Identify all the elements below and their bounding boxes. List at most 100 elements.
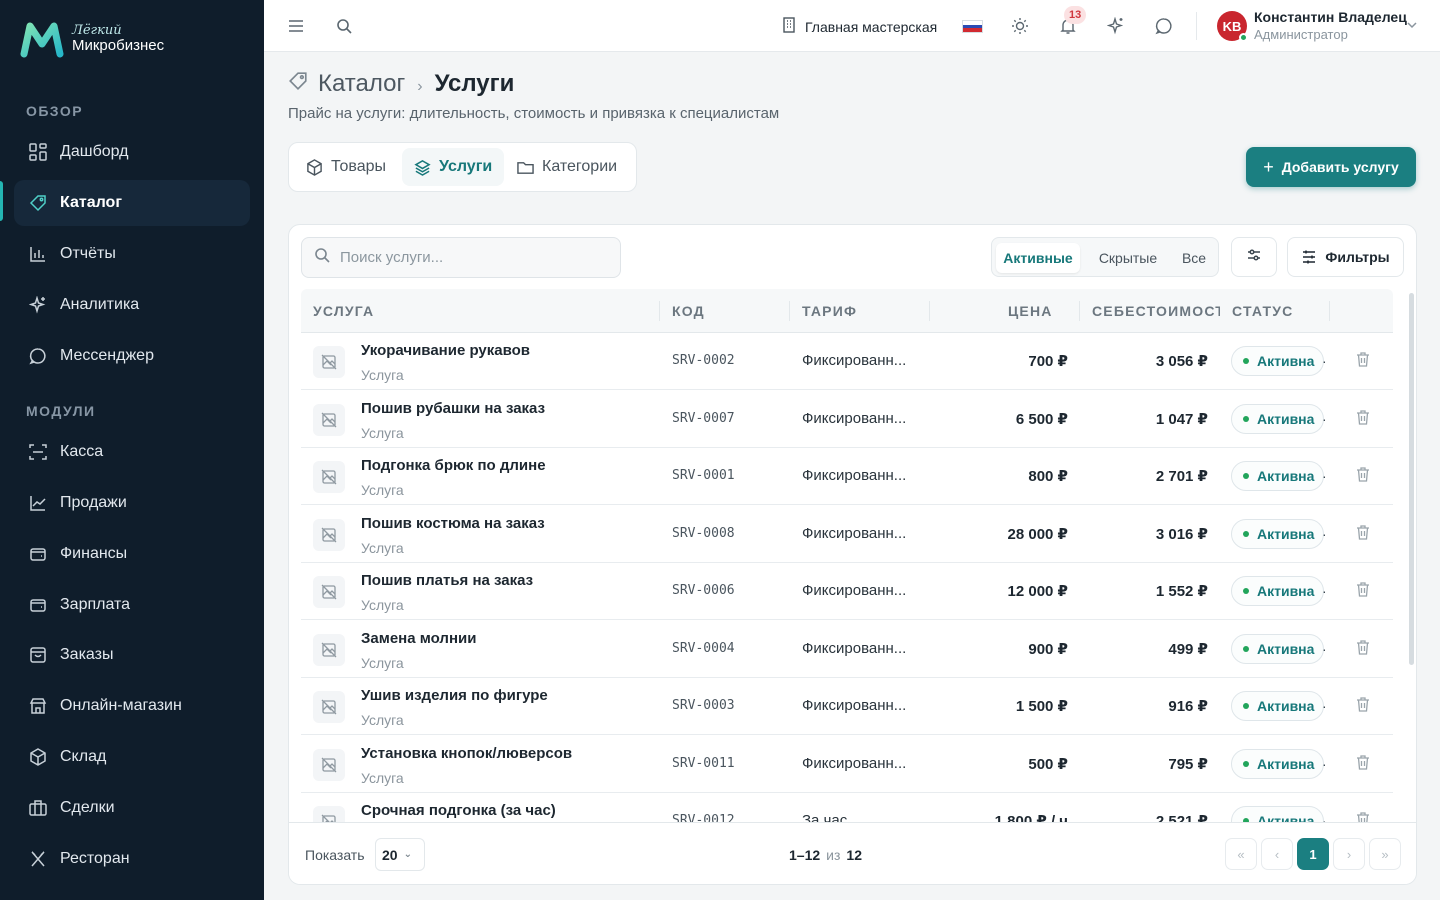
menu-icon[interactable] bbox=[286, 16, 306, 36]
row-more-icon[interactable]: · bbox=[1322, 698, 1327, 714]
status-badge[interactable]: Активна bbox=[1231, 806, 1324, 822]
segment-active[interactable]: Активные bbox=[996, 243, 1080, 273]
sidebar-item-deals[interactable]: Сделки bbox=[14, 785, 250, 831]
trash-icon[interactable] bbox=[1355, 351, 1371, 372]
row-more-icon[interactable]: · bbox=[1322, 411, 1327, 427]
column-price[interactable]: ЦЕНА bbox=[1008, 303, 1053, 319]
chevron-down-icon[interactable] bbox=[1406, 18, 1418, 36]
language-flag-icon[interactable] bbox=[962, 20, 983, 33]
breadcrumb-catalog[interactable]: Каталог bbox=[318, 70, 405, 98]
tab-services[interactable]: Услуги bbox=[402, 148, 505, 186]
table-row[interactable]: Ушив изделия по фигуре Услуга SRV-0003 Фикс… bbox=[301, 678, 1393, 735]
column-tariff[interactable]: ТАРИФ bbox=[802, 303, 857, 319]
table-row[interactable]: Замена молнии Услуга SRV-0004 Фиксированн..… bbox=[301, 621, 1393, 678]
chevron-down-icon: ⌄ bbox=[403, 849, 412, 860]
sidebar-item-cashier[interactable]: Касса bbox=[14, 429, 250, 475]
table-row[interactable]: Подгонка брюк по длине Услуга SRV-0001 Фикс… bbox=[301, 448, 1393, 505]
search-input[interactable] bbox=[340, 249, 610, 266]
column-cost[interactable]: СЕБЕСТОИМОСТ bbox=[1092, 303, 1220, 319]
page-button-1[interactable]: 1 bbox=[1297, 838, 1329, 870]
sidebar-item-catalog[interactable]: Каталог bbox=[14, 180, 250, 226]
theme-toggle-icon[interactable] bbox=[1010, 16, 1030, 36]
chat-icon[interactable] bbox=[1154, 16, 1174, 36]
service-name[interactable]: Ушив изделия по фигуре bbox=[361, 687, 548, 704]
first-page-button[interactable]: « bbox=[1225, 838, 1257, 870]
status-badge[interactable]: Активна bbox=[1231, 346, 1324, 376]
sidebar-item-warehouse[interactable]: Склад bbox=[14, 734, 250, 780]
trash-icon[interactable] bbox=[1355, 466, 1371, 487]
table-row[interactable]: Укорачивание рукавов Услуга SRV-0002 Фиксир… bbox=[301, 333, 1393, 390]
status-badge[interactable]: Активна bbox=[1231, 461, 1324, 491]
next-page-button[interactable]: › bbox=[1333, 838, 1365, 870]
search-field[interactable] bbox=[301, 237, 621, 278]
column-status[interactable]: СТАТУС bbox=[1232, 303, 1293, 319]
status-badge[interactable]: Активна bbox=[1231, 518, 1324, 549]
sidebar-item-salary[interactable]: Зарплата bbox=[14, 582, 250, 628]
ai-sparkle-icon[interactable] bbox=[1106, 16, 1126, 36]
status-badge[interactable]: Активна bbox=[1231, 691, 1324, 721]
service-name[interactable]: Пошив платья на заказ bbox=[361, 572, 533, 589]
table-row[interactable]: Пошив платья на заказ Услуга SRV-0006 Фикси… bbox=[301, 563, 1393, 620]
trash-icon[interactable] bbox=[1355, 409, 1371, 430]
sidebar-item-label: Онлайн-магазин bbox=[60, 697, 182, 714]
segment-all[interactable]: Все bbox=[1174, 243, 1214, 273]
status-badge[interactable]: Активна bbox=[1231, 748, 1324, 779]
table-row[interactable]: Установка кнопок/люверсов Услуга SRV-0011 Ф… bbox=[301, 736, 1393, 793]
table-row[interactable]: Пошив костюма на заказ Услуга SRV-0008 Фикс… bbox=[301, 506, 1393, 563]
trash-icon[interactable] bbox=[1355, 754, 1371, 775]
no-image-icon bbox=[313, 518, 345, 551]
user-name[interactable]: Константин Владелец bbox=[1254, 9, 1407, 25]
service-price: 500 ₽ bbox=[1028, 755, 1068, 773]
page-size-select[interactable]: 20 ⌄ bbox=[375, 838, 425, 871]
sidebar-item-finance[interactable]: Финансы bbox=[14, 531, 250, 577]
trash-icon[interactable] bbox=[1355, 639, 1371, 660]
row-more-icon[interactable]: · bbox=[1322, 468, 1327, 484]
column-code[interactable]: КОД bbox=[672, 303, 705, 319]
workshop-selector[interactable]: Главная мастерская bbox=[781, 17, 937, 36]
service-name[interactable]: Установка кнопок/люверсов bbox=[361, 745, 572, 762]
tab-products[interactable]: Товары bbox=[294, 148, 398, 186]
status-badge[interactable]: Активна bbox=[1231, 633, 1324, 664]
service-name[interactable]: Подгонка брюк по длине bbox=[361, 457, 546, 474]
service-name[interactable]: Пошив костюма на заказ bbox=[361, 515, 545, 532]
table-row[interactable]: Срочная подгонка (за час)УслугаSRV-0012З… bbox=[301, 793, 1393, 822]
service-name[interactable]: Пошив рубашки на заказ bbox=[361, 400, 545, 417]
sidebar-item-online-store[interactable]: Онлайн-магазин bbox=[14, 683, 250, 729]
last-page-button[interactable]: » bbox=[1369, 838, 1401, 870]
service-name[interactable]: Срочная подгонка (за час) bbox=[361, 802, 556, 819]
filters-button[interactable]: Фильтры bbox=[1287, 237, 1404, 277]
sliders-button[interactable] bbox=[1231, 237, 1277, 277]
add-service-button[interactable]: + Добавить услугу bbox=[1246, 147, 1416, 187]
sidebar-item-orders[interactable]: Заказы bbox=[14, 632, 250, 678]
row-more-icon[interactable]: · bbox=[1322, 813, 1327, 822]
sidebar-item-reports[interactable]: Отчёты bbox=[14, 231, 250, 277]
sidebar-item-sales[interactable]: Продажи bbox=[14, 480, 250, 526]
trash-icon[interactable] bbox=[1355, 581, 1371, 602]
sidebar-item-dashboard[interactable]: Дашборд bbox=[14, 129, 250, 175]
prev-page-button[interactable]: ‹ bbox=[1261, 838, 1293, 870]
row-more-icon[interactable]: · bbox=[1322, 353, 1327, 369]
scrollbar[interactable] bbox=[1409, 293, 1414, 665]
column-service[interactable]: УСЛУГА bbox=[313, 303, 374, 319]
service-name[interactable]: Замена молнии bbox=[361, 630, 476, 647]
service-price: 700 ₽ bbox=[1028, 353, 1068, 370]
row-more-icon[interactable]: · bbox=[1322, 641, 1327, 657]
status-badge[interactable]: Активна bbox=[1231, 576, 1324, 606]
row-more-icon[interactable]: · bbox=[1322, 756, 1327, 772]
sidebar-item-analytics[interactable]: Аналитика bbox=[14, 282, 250, 328]
table-row[interactable]: Пошив рубашки на заказ Услуга SRV-0007 Фикс… bbox=[301, 391, 1393, 448]
status-badge[interactable]: Активна bbox=[1231, 403, 1324, 434]
trash-icon[interactable] bbox=[1355, 811, 1371, 822]
trash-icon[interactable] bbox=[1355, 524, 1371, 545]
row-more-icon[interactable]: · bbox=[1322, 583, 1327, 599]
segment-hidden[interactable]: Скрытые bbox=[1086, 243, 1170, 273]
trash-icon[interactable] bbox=[1355, 696, 1371, 717]
search-icon[interactable] bbox=[334, 16, 354, 36]
row-more-icon[interactable]: · bbox=[1322, 526, 1327, 542]
sidebar-item-restaurant[interactable]: Ресторан bbox=[14, 836, 250, 882]
tab-categories[interactable]: Категории bbox=[505, 148, 629, 186]
service-name[interactable]: Укорачивание рукавов bbox=[361, 342, 530, 359]
brand[interactable]: Лёгкий Микробизнес bbox=[20, 20, 164, 58]
sidebar-item-messenger[interactable]: Мессенджер bbox=[14, 333, 250, 379]
sidebar-item-label: Касса bbox=[60, 443, 104, 460]
